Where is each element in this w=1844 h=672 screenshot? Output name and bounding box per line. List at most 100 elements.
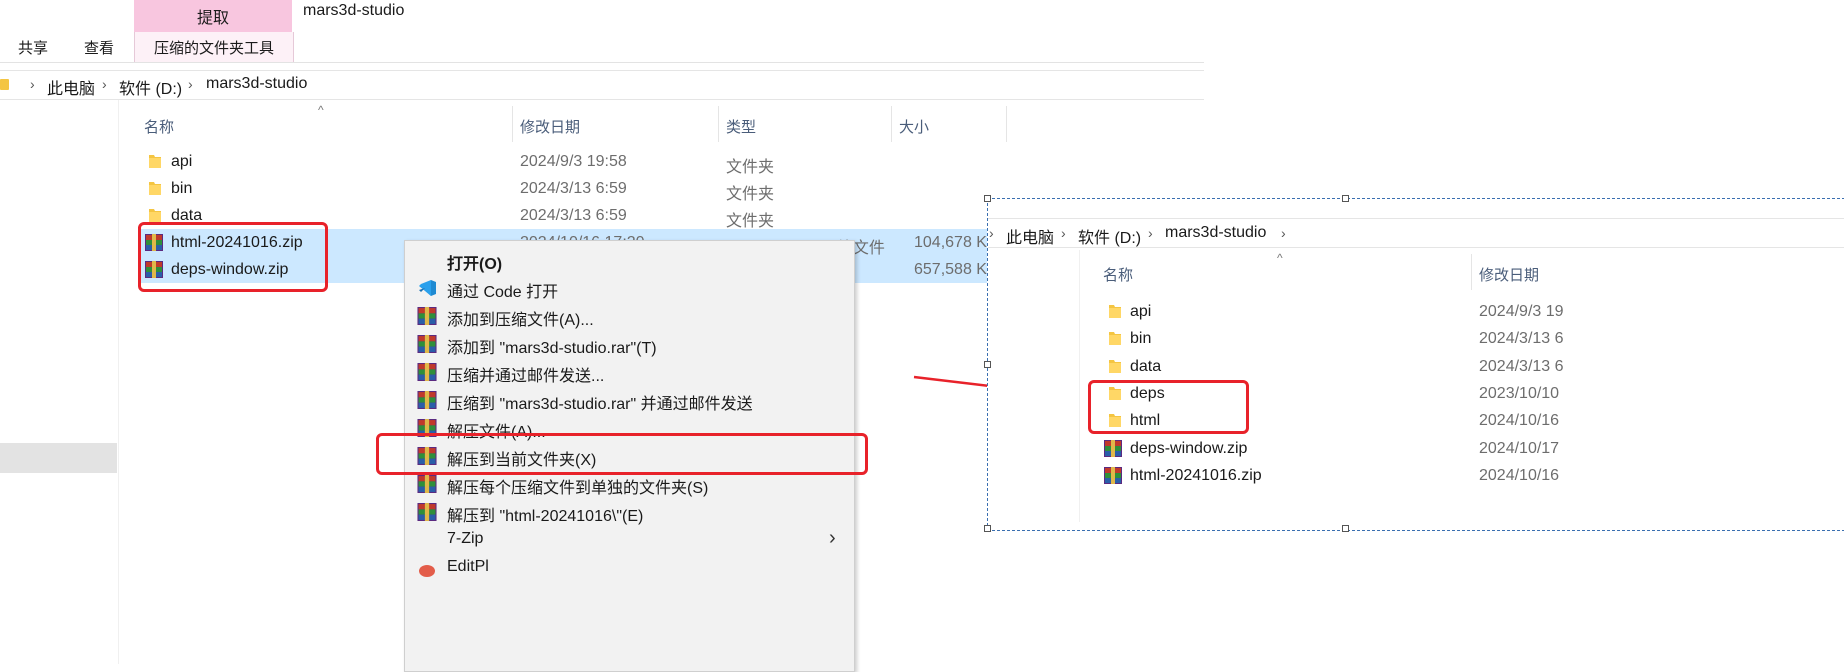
chevron-right-icon: › bbox=[989, 225, 994, 241]
compressed-folder-tools-tab[interactable]: 压缩的文件夹工具 bbox=[134, 32, 294, 62]
menu-item-label: 解压到 "html-20241016\"(E) bbox=[447, 508, 644, 525]
chevron-right-icon[interactable]: › bbox=[30, 76, 35, 92]
snapshot-file-name: html-20241016.zip bbox=[1130, 466, 1262, 484]
winrar-icon bbox=[417, 503, 437, 521]
snapshot-breadcrumb-drive-d: 软件 (D:) bbox=[1078, 230, 1142, 247]
menu-item-add-to-archive[interactable]: 添加到压缩文件(A)... bbox=[405, 302, 854, 330]
annotation-box-zip-files bbox=[138, 222, 328, 292]
snapshot-file-name: api bbox=[1130, 303, 1152, 320]
resize-handle[interactable] bbox=[984, 361, 991, 368]
menu-item-label: 压缩并通过邮件发送... bbox=[447, 368, 605, 385]
snapshot-file-row: deps-window.zip 2024/10/17 bbox=[1100, 435, 1844, 462]
chevron-right-icon: › bbox=[1281, 225, 1286, 241]
winrar-icon bbox=[417, 363, 437, 381]
snapshot-file-name: deps-window.zip bbox=[1130, 439, 1248, 457]
folder-icon bbox=[0, 79, 9, 90]
menu-item-open[interactable]: 打开(O) bbox=[405, 246, 854, 274]
sort-ascending-icon: ^ bbox=[1277, 251, 1283, 265]
menu-item-label: 压缩到 "mars3d-studio.rar" 并通过邮件发送 bbox=[447, 396, 753, 413]
vscode-icon bbox=[419, 280, 436, 296]
snapshot-file-date: 2024/3/13 6 bbox=[1479, 357, 1564, 375]
folder-icon bbox=[1108, 303, 1122, 324]
breadcrumb-mars3d-studio[interactable]: mars3d-studio bbox=[206, 75, 307, 93]
winrar-zip-icon bbox=[1104, 439, 1122, 462]
file-size: 657,588 K bbox=[914, 261, 987, 278]
menu-item-label: EditPl bbox=[447, 558, 489, 575]
column-divider[interactable] bbox=[718, 106, 719, 142]
snapshot-nav-divider bbox=[1079, 250, 1080, 522]
editplus-icon bbox=[419, 565, 435, 577]
snapshot-file-date: 2024/10/16 bbox=[1479, 412, 1560, 430]
snapshot-column-header-name: 名称 bbox=[1103, 267, 1134, 284]
column-divider bbox=[1471, 254, 1472, 290]
ribbon-divider bbox=[0, 62, 1204, 63]
winrar-icon bbox=[417, 475, 437, 493]
menu-item-open-with-code[interactable]: 通过 Code 打开 bbox=[405, 274, 854, 302]
tab-share[interactable]: 共享 bbox=[18, 37, 48, 58]
column-divider[interactable] bbox=[891, 106, 892, 142]
file-type: 文件夹 bbox=[726, 186, 775, 203]
file-row[interactable]: bin 2024/3/13 6:59 文件夹 bbox=[138, 175, 1008, 203]
file-row[interactable]: api 2024/9/3 19:58 文件夹 bbox=[138, 148, 1008, 176]
window-title: mars3d-studio bbox=[303, 2, 405, 19]
nav-pane-selected-item[interactable] bbox=[0, 443, 117, 473]
column-header-modified[interactable]: 修改日期 bbox=[520, 116, 580, 137]
sort-ascending-icon: ^ bbox=[318, 103, 324, 117]
snapshot-file-date: 2024/10/16 bbox=[1479, 466, 1560, 484]
column-divider[interactable] bbox=[512, 106, 513, 142]
chevron-right-icon[interactable]: › bbox=[188, 76, 193, 92]
winrar-icon bbox=[417, 307, 437, 325]
column-divider[interactable] bbox=[1006, 106, 1007, 142]
menu-item-compress-rar-and-email[interactable]: 压缩到 "mars3d-studio.rar" 并通过邮件发送 bbox=[405, 386, 854, 414]
tab-view[interactable]: 查看 bbox=[84, 37, 114, 58]
resize-handle[interactable] bbox=[1342, 525, 1349, 532]
resize-handle[interactable] bbox=[984, 525, 991, 532]
menu-item-label: 添加到压缩文件(A)... bbox=[447, 312, 594, 329]
breadcrumb-this-pc[interactable]: 此电脑 bbox=[47, 75, 95, 99]
snapshot-file-name: data bbox=[1130, 357, 1162, 375]
annotation-box-extracted-folders bbox=[1088, 380, 1249, 434]
chevron-right-icon: › bbox=[1148, 225, 1153, 241]
snapshot-file-date: 2024/10/17 bbox=[1479, 439, 1560, 457]
folder-icon bbox=[1108, 330, 1122, 351]
file-size: 104,678 K bbox=[914, 234, 987, 251]
menu-item-label: 解压每个压缩文件到单独的文件夹(S) bbox=[447, 480, 709, 497]
folder-icon bbox=[1108, 358, 1122, 379]
column-header-name[interactable]: 名称 bbox=[144, 116, 174, 137]
winrar-zip-icon bbox=[1104, 466, 1122, 489]
menu-item-label: 通过 Code 打开 bbox=[447, 284, 559, 301]
column-header-type[interactable]: 类型 bbox=[726, 116, 756, 137]
snapshot-file-name: bin bbox=[1130, 330, 1152, 348]
winrar-icon bbox=[417, 335, 437, 353]
menu-item-editplus[interactable]: EditPl bbox=[405, 554, 854, 582]
winrar-icon bbox=[417, 391, 437, 409]
snapshot-file-date: 2024/3/13 6 bbox=[1479, 330, 1564, 348]
menu-item-compress-and-email[interactable]: 压缩并通过邮件发送... bbox=[405, 358, 854, 386]
snapshot-file-row: api 2024/9/3 19 bbox=[1100, 298, 1844, 325]
menu-item-label: 添加到 "mars3d-studio.rar"(T) bbox=[447, 340, 657, 357]
file-date: 2024/3/13 6:59 bbox=[520, 207, 627, 224]
resize-handle[interactable] bbox=[984, 195, 991, 202]
folder-icon bbox=[149, 209, 161, 222]
resize-handle[interactable] bbox=[1342, 195, 1349, 202]
snapshot-file-row: bin 2024/3/13 6 bbox=[1100, 325, 1844, 352]
snapshot-file-date: 2023/10/10 bbox=[1479, 384, 1560, 402]
column-header-size[interactable]: 大小 bbox=[899, 116, 929, 137]
file-type: 文件夹 bbox=[726, 159, 775, 176]
snapshot-file-row: data 2024/3/13 6 bbox=[1100, 353, 1844, 380]
menu-item-label: 打开(O) bbox=[447, 256, 503, 273]
menu-item-add-to-rar[interactable]: 添加到 "mars3d-studio.rar"(T) bbox=[405, 330, 854, 358]
snapshot-breadcrumb-mars3d-studio: mars3d-studio bbox=[1165, 224, 1267, 241]
breadcrumb-drive-d[interactable]: 软件 (D:) bbox=[119, 75, 182, 99]
snapshot-file-row: html-20241016.zip 2024/10/16 bbox=[1100, 462, 1844, 489]
nav-pane-divider bbox=[118, 100, 119, 664]
chevron-right-icon[interactable]: › bbox=[102, 76, 107, 92]
file-type: 文件夹 bbox=[726, 213, 775, 230]
menu-item-7zip[interactable]: 7-Zip › bbox=[405, 526, 854, 554]
folder-icon bbox=[149, 155, 161, 168]
menu-item-extract-to-named-folder[interactable]: 解压到 "html-20241016\"(E) bbox=[405, 498, 854, 526]
file-name: api bbox=[171, 153, 193, 170]
file-date: 2024/9/3 19:58 bbox=[520, 153, 627, 170]
file-name: bin bbox=[171, 180, 193, 197]
tab-extract[interactable]: 提取 bbox=[134, 0, 292, 32]
